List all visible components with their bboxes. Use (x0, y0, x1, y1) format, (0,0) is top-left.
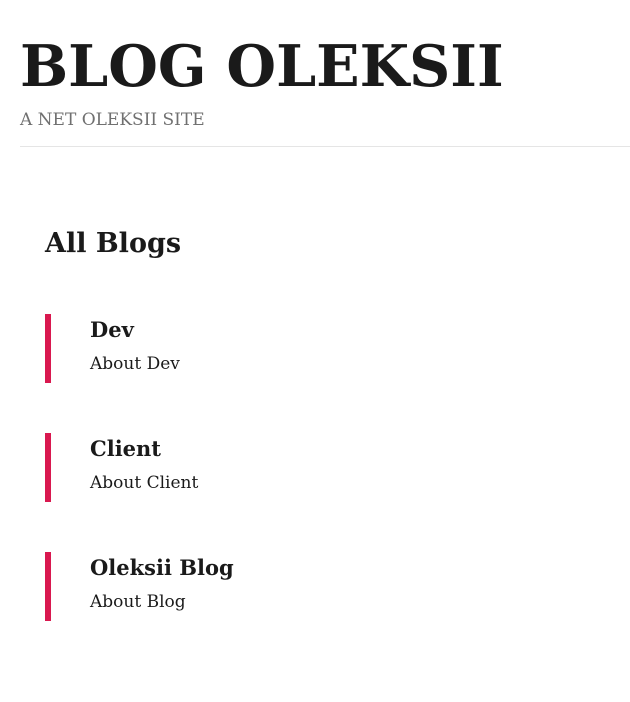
page-title: All Blogs (45, 228, 182, 259)
blog-list-item: Dev About Dev (45, 314, 605, 383)
blog-description: About Dev (90, 354, 180, 374)
blog-list-item: Oleksii Blog About Blog (45, 552, 605, 621)
site-title-link[interactable]: BLOG OLEKSII (20, 30, 504, 104)
blog-list-item: Client About Client (45, 433, 605, 502)
header-divider (20, 146, 630, 147)
blog-link-oleksii-blog[interactable]: Oleksii Blog (90, 552, 605, 584)
blog-description: About Client (90, 473, 199, 493)
site-description: A NET OLEKSII SITE (20, 110, 205, 130)
main-content: All Blogs Dev About Dev Client About Cli… (45, 222, 605, 621)
blog-list: Dev About Dev Client About Client Oleksi… (45, 314, 605, 671)
site-header: BLOG OLEKSII A NET OLEKSII SITE (20, 30, 630, 132)
blog-description: About Blog (90, 592, 186, 612)
blog-link-client[interactable]: Client (90, 433, 605, 465)
blog-link-dev[interactable]: Dev (90, 314, 605, 346)
